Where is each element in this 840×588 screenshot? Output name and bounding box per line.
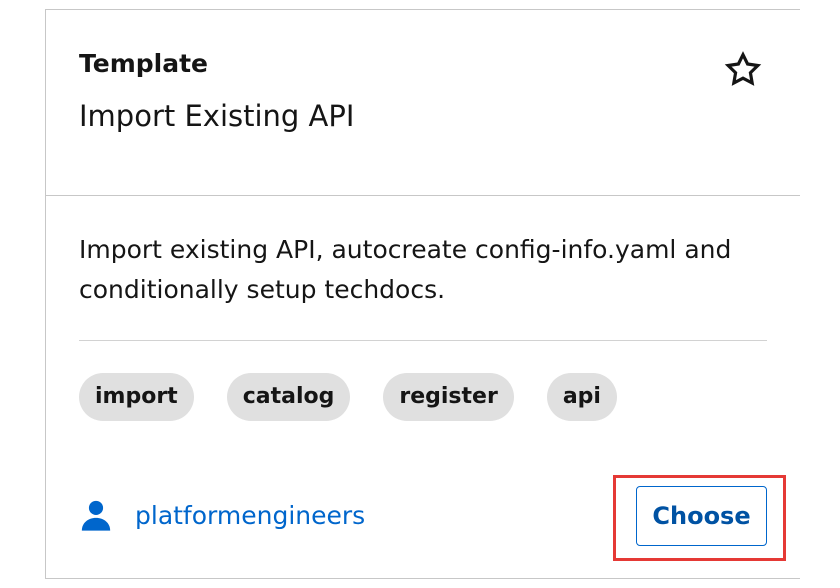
card-description: Import existing API, autocreate config-i… bbox=[79, 235, 732, 304]
star-icon[interactable] bbox=[723, 50, 763, 90]
user-icon bbox=[81, 500, 111, 531]
tag-chip[interactable]: catalog bbox=[226, 373, 351, 421]
owner-link[interactable]: platformengineers bbox=[79, 498, 365, 532]
card-eyebrow: Template bbox=[79, 49, 208, 78]
card-header: Template Import Existing API bbox=[46, 10, 800, 196]
tag-chip[interactable]: import bbox=[79, 373, 194, 421]
card-title: Import Existing API bbox=[79, 99, 355, 133]
choose-button[interactable]: Choose bbox=[636, 486, 767, 546]
owner-name: platformengineers bbox=[135, 500, 366, 530]
divider bbox=[79, 340, 767, 341]
template-card: Template Import Existing API Import exis… bbox=[45, 9, 800, 579]
tag-chip[interactable]: register bbox=[383, 373, 514, 421]
tag-chip[interactable]: api bbox=[546, 373, 617, 421]
tag-list: import catalog register api bbox=[79, 373, 650, 421]
